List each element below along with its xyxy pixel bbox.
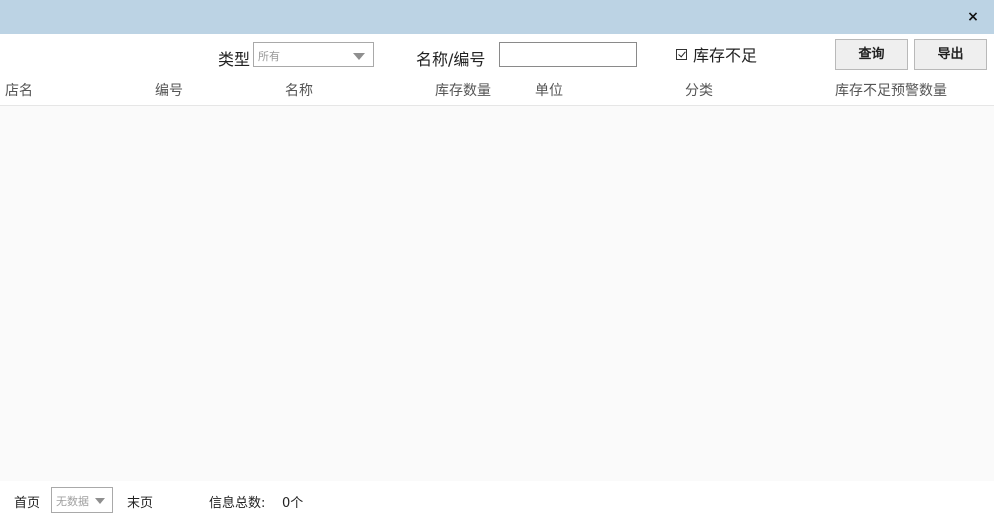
type-label: 类型 — [218, 50, 251, 69]
chevron-down-icon — [353, 53, 365, 60]
total-count-label: 信息总数: — [209, 496, 266, 511]
column-header-unit[interactable]: 单位 — [535, 80, 563, 100]
name-number-input[interactable] — [499, 42, 637, 67]
export-button[interactable]: 导出 — [914, 39, 987, 70]
low-stock-checkbox[interactable] — [676, 48, 687, 60]
column-header-name[interactable]: 名称 — [285, 80, 313, 100]
table-body — [0, 106, 994, 481]
last-page-link[interactable]: 末页 — [127, 492, 153, 511]
table-header: 店名 编号 名称 库存数量 单位 分类 库存不足预警数量 — [0, 77, 994, 106]
column-header-low-stock-warning[interactable]: 库存不足预警数量 — [835, 80, 947, 100]
close-icon[interactable]: × — [966, 9, 980, 25]
type-select[interactable]: 所有 — [253, 42, 374, 67]
title-bar: × — [0, 0, 994, 34]
column-header-shop[interactable]: 店名 — [5, 80, 33, 100]
chevron-down-icon — [95, 498, 105, 504]
type-select-value: 所有 — [258, 50, 280, 63]
page-select-value: 无数据 — [56, 495, 89, 508]
column-header-number[interactable]: 编号 — [155, 80, 183, 100]
name-number-label: 名称/编号 — [416, 50, 486, 69]
column-header-category[interactable]: 分类 — [685, 80, 713, 100]
low-stock-toggle[interactable]: 库存不足 — [676, 44, 758, 65]
page-select[interactable]: 无数据 — [51, 487, 113, 513]
column-header-stock-qty[interactable]: 库存数量 — [435, 80, 491, 100]
total-count-value: 0个 — [282, 496, 304, 511]
query-button[interactable]: 查询 — [835, 39, 908, 70]
low-stock-label: 库存不足 — [693, 46, 758, 65]
first-page-link[interactable]: 首页 — [14, 492, 40, 511]
